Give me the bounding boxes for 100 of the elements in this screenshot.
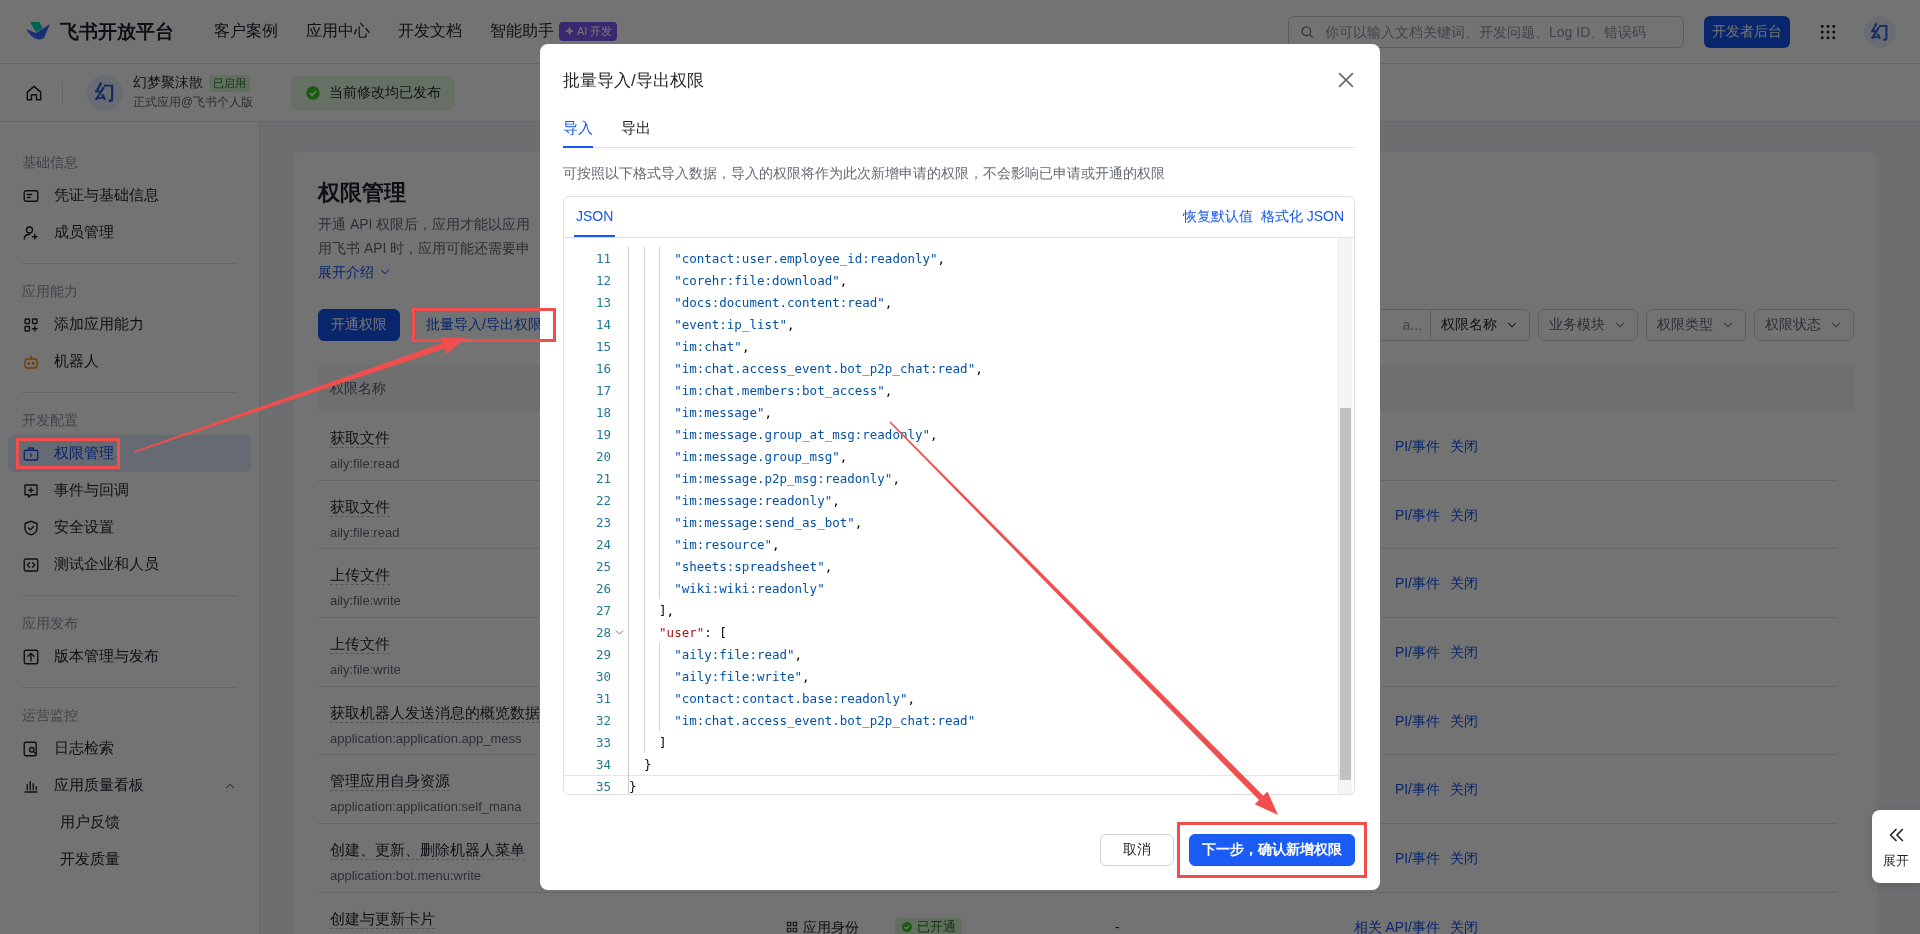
- grid-icon: [785, 919, 799, 934]
- sidebar-item[interactable]: 权限管理: [8, 435, 251, 472]
- code-text: "corehr:file:download",: [674, 272, 848, 288]
- sidebar-item[interactable]: 版本管理与发布: [8, 638, 251, 675]
- code-text: "im:resource",: [674, 536, 780, 552]
- user-avatar[interactable]: 幻: [1864, 15, 1896, 48]
- sidebar-item[interactable]: 应用质量看板: [8, 767, 251, 804]
- sidebar-item[interactable]: 事件与回调: [8, 472, 251, 509]
- code-text: "wiki:wiki:readonly": [674, 580, 825, 596]
- close-link[interactable]: 关闭: [1450, 437, 1478, 454]
- line-number: 21: [594, 470, 611, 486]
- close-link[interactable]: 关闭: [1450, 781, 1478, 798]
- close-link[interactable]: 关闭: [1450, 849, 1478, 866]
- code-text: "aily:file:write",: [674, 668, 810, 684]
- sidebar-item[interactable]: 开发质量: [8, 841, 251, 878]
- line-number: 18: [594, 404, 611, 420]
- permission-name: 上传文件: [330, 635, 390, 655]
- permission-scope: aily:file:read: [330, 524, 400, 541]
- identity-text: 应用身份: [803, 918, 859, 934]
- api-link[interactable]: PI/事件: [1394, 781, 1440, 798]
- code-text: "im:chat.access_event.bot_p2p_chat:read": [674, 712, 976, 728]
- sidebar-item[interactable]: 测试企业和人员: [8, 546, 251, 583]
- chat-plus-icon: [22, 481, 40, 500]
- status-badge: 已开通: [895, 917, 962, 934]
- code-text: "im:message.p2p_msg:readonly",: [674, 470, 900, 486]
- briefcase-icon: [22, 444, 40, 463]
- sidebar-item[interactable]: 成员管理: [8, 214, 251, 251]
- sidebar-item[interactable]: 凭证与基础信息: [8, 177, 251, 214]
- api-link[interactable]: 相关 API/事件: [1353, 918, 1440, 934]
- person-add-icon: [22, 223, 40, 242]
- search-document-icon: [22, 739, 40, 758]
- permission-name: 管理应用自身资源: [330, 772, 450, 792]
- dropdown[interactable]: 业务模块: [1538, 309, 1638, 341]
- console-button[interactable]: 开发者后台: [1704, 15, 1790, 48]
- button[interactable]: 取消: [1100, 834, 1174, 866]
- dropdown[interactable]: 权限名称: [1430, 309, 1530, 341]
- sidebar-item[interactable]: 机器人: [8, 343, 251, 380]
- permission-scope: aily:file:write: [330, 662, 401, 679]
- button[interactable]: 开通权限: [318, 309, 400, 341]
- expand-button[interactable]: 展开: [1872, 810, 1920, 883]
- code-text: "contact:contact.base:readonly",: [674, 690, 915, 706]
- line-number: 26: [594, 580, 611, 596]
- api-link[interactable]: PI/事件: [1394, 506, 1440, 523]
- api-link[interactable]: PI/事件: [1394, 849, 1440, 866]
- api-link[interactable]: PI/事件: [1394, 712, 1440, 729]
- line-number: 27: [594, 602, 611, 618]
- sidebar-item[interactable]: 日志检索: [8, 730, 251, 767]
- status-badge: 已启用: [209, 74, 250, 92]
- sidebar-item[interactable]: 用户反馈: [8, 804, 251, 841]
- code-text: }: [629, 778, 637, 794]
- line-number: 24: [594, 536, 611, 552]
- code-text: "user": [: [659, 624, 727, 640]
- button[interactable]: 下一步，确认新增权限: [1189, 834, 1355, 866]
- nav-link[interactable]: 开发文档: [398, 21, 462, 42]
- sidebar-item[interactable]: 添加应用能力: [8, 306, 251, 343]
- permission-name: 获取文件: [330, 497, 390, 517]
- tab[interactable]: JSON: [574, 197, 616, 237]
- close-link[interactable]: 关闭: [1450, 506, 1478, 523]
- tab[interactable]: 导出: [621, 116, 651, 148]
- app-avatar: 幻: [87, 74, 123, 111]
- code-text: "contact:user.employee_id:readonly",: [674, 250, 946, 266]
- sidebar-item[interactable]: 安全设置: [8, 509, 251, 546]
- link[interactable]: 格式化 JSON: [1260, 208, 1344, 226]
- line-number: 16: [594, 360, 611, 376]
- line-number: 11: [594, 250, 611, 266]
- api-link[interactable]: PI/事件: [1394, 643, 1440, 660]
- code-text: "im:message:readonly",: [674, 492, 840, 508]
- dialog-title: 批量导入/导出权限: [563, 69, 704, 92]
- code-text: "im:message:send_as_bot",: [674, 514, 863, 530]
- permission-name: 创建与更新卡片: [330, 909, 435, 929]
- expand-link[interactable]: 展开介绍: [318, 260, 392, 284]
- close-link[interactable]: 关闭: [1450, 712, 1478, 729]
- nav-link[interactable]: 智能助手: [490, 21, 554, 42]
- link[interactable]: 恢复默认值: [1182, 208, 1253, 226]
- permission-scope: application:application:self_mana: [330, 799, 522, 816]
- dropdown[interactable]: 权限状态: [1754, 309, 1854, 341]
- code-text: "sheets:spreadsheet",: [674, 558, 833, 574]
- line-number: 34: [594, 756, 611, 772]
- app-subtitle: 正式应用@飞书个人版: [133, 94, 254, 111]
- line-number: 35: [594, 778, 611, 794]
- close-link[interactable]: 关闭: [1450, 575, 1478, 592]
- tab[interactable]: 导入: [563, 116, 593, 148]
- code-text: "im:message.group_msg",: [674, 448, 848, 464]
- api-link[interactable]: PI/事件: [1394, 575, 1440, 592]
- line-number: 19: [594, 426, 611, 442]
- close-link[interactable]: 关闭: [1450, 643, 1478, 660]
- api-link[interactable]: PI/事件: [1394, 437, 1440, 454]
- line-number: 30: [594, 668, 611, 684]
- code-text: "im:chat.members:bot_access",: [674, 382, 893, 398]
- dropdown[interactable]: 权限类型: [1646, 309, 1746, 341]
- logo-text[interactable]: 飞书开放平台: [60, 18, 174, 45]
- nav-link[interactable]: 应用中心: [306, 21, 370, 42]
- scrollbar[interactable]: [1338, 238, 1352, 794]
- search-icon: [1299, 23, 1315, 40]
- close-link[interactable]: 关闭: [1450, 918, 1478, 934]
- shield-icon: [22, 518, 40, 537]
- line-number: 20: [594, 448, 611, 464]
- nav-link[interactable]: 客户案例: [214, 21, 278, 42]
- line-number: 29: [594, 646, 611, 662]
- code-text: "im:chat.access_event.bot_p2p_chat:read",: [674, 360, 983, 376]
